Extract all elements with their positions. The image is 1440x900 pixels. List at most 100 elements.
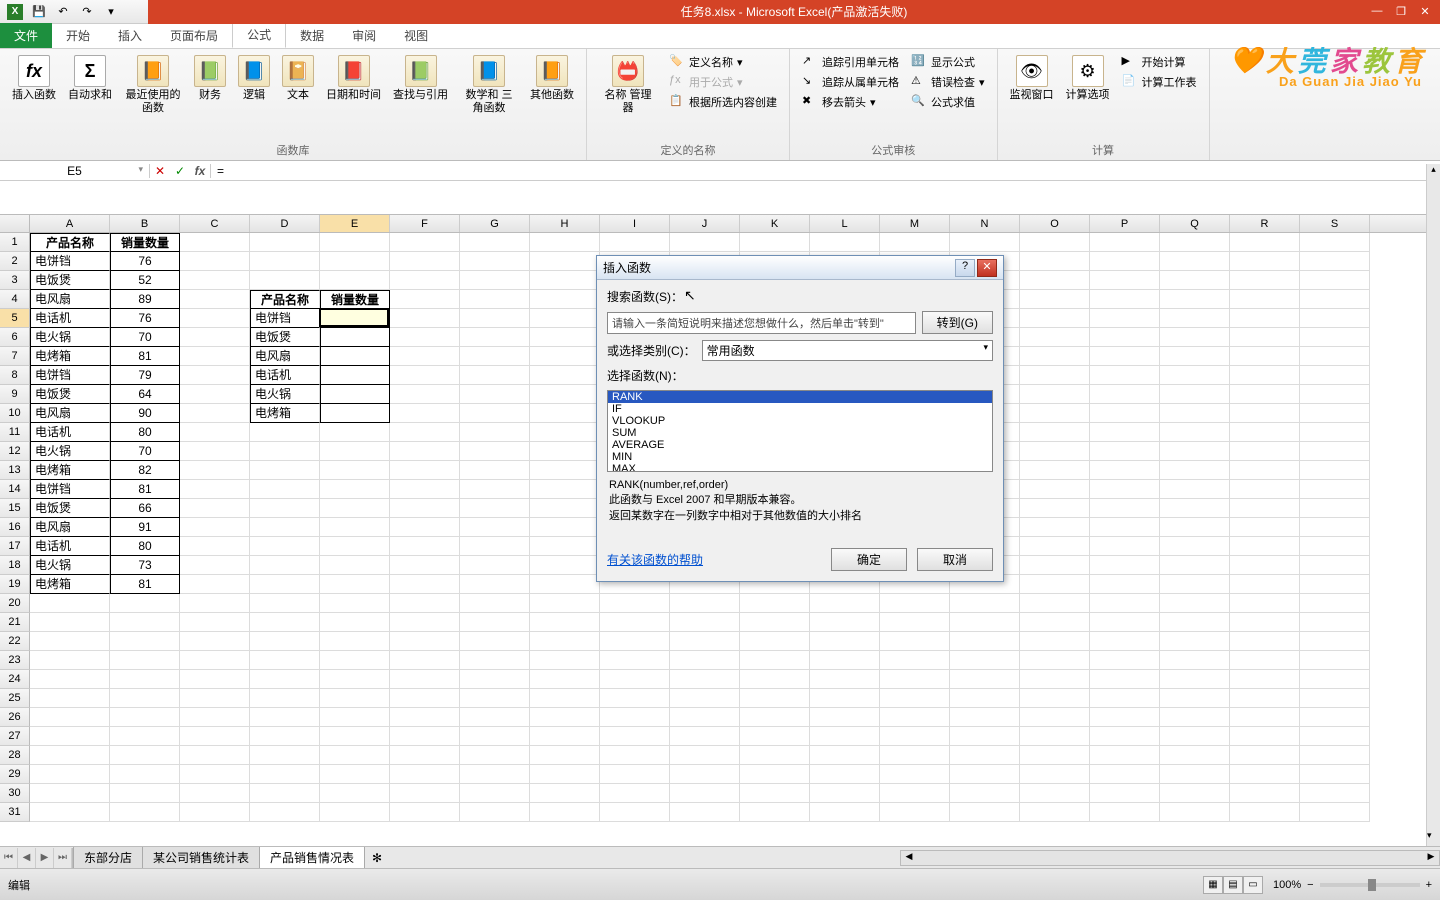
function-list-item[interactable]: VLOOKUP	[608, 415, 992, 427]
cell[interactable]	[530, 385, 600, 404]
cell[interactable]	[1300, 803, 1370, 822]
cell[interactable]	[880, 613, 950, 632]
cell[interactable]	[460, 556, 530, 575]
cell[interactable]	[880, 233, 950, 252]
col-header-S[interactable]: S	[1300, 215, 1370, 232]
cell[interactable]: 70	[110, 328, 180, 347]
cell[interactable]	[1160, 480, 1230, 499]
cell[interactable]	[390, 613, 460, 632]
cell[interactable]	[670, 784, 740, 803]
cell[interactable]	[1300, 537, 1370, 556]
cell[interactable]	[1230, 499, 1300, 518]
cell[interactable]	[110, 803, 180, 822]
cell[interactable]	[30, 594, 110, 613]
restore-button[interactable]: ❐	[1392, 3, 1410, 19]
cell[interactable]: 电饭煲	[30, 385, 110, 404]
cell[interactable]: 电饭煲	[30, 271, 110, 290]
cell[interactable]	[1230, 727, 1300, 746]
cell[interactable]	[180, 480, 250, 499]
cell[interactable]	[810, 689, 880, 708]
more-functions-button[interactable]: 📙其他函数	[526, 53, 578, 117]
text-button[interactable]: 📔文本	[278, 53, 318, 117]
cell[interactable]	[390, 442, 460, 461]
cell[interactable]	[670, 746, 740, 765]
cell[interactable]	[880, 689, 950, 708]
lookup-button[interactable]: 📗查找与引用	[389, 53, 452, 117]
tab-insert[interactable]: 插入	[104, 23, 156, 48]
cell[interactable]	[460, 347, 530, 366]
cell[interactable]	[1160, 233, 1230, 252]
cell[interactable]: 电话机	[30, 309, 110, 328]
function-list-item[interactable]: SUM	[608, 427, 992, 439]
cell[interactable]: 电烤箱	[250, 404, 320, 423]
cell[interactable]	[1090, 366, 1160, 385]
cell[interactable]	[1090, 404, 1160, 423]
row-header[interactable]: 28	[0, 746, 30, 765]
cell[interactable]	[1160, 290, 1230, 309]
cell[interactable]	[390, 575, 460, 594]
cell[interactable]	[1090, 708, 1160, 727]
cell[interactable]	[1230, 708, 1300, 727]
row-header[interactable]: 16	[0, 518, 30, 537]
cell[interactable]	[1230, 651, 1300, 670]
cell[interactable]	[530, 328, 600, 347]
cell[interactable]	[950, 670, 1020, 689]
cell[interactable]	[880, 784, 950, 803]
category-select[interactable]: 常用函数	[702, 340, 993, 361]
cell[interactable]	[1160, 347, 1230, 366]
cell[interactable]	[530, 252, 600, 271]
cell[interactable]	[1160, 461, 1230, 480]
cell[interactable]	[600, 594, 670, 613]
calc-options-button[interactable]: ⚙计算选项	[1062, 53, 1114, 104]
cell[interactable]	[320, 575, 390, 594]
cell[interactable]	[390, 784, 460, 803]
cell[interactable]: 52	[110, 271, 180, 290]
cell[interactable]	[1090, 518, 1160, 537]
cell[interactable]	[1090, 537, 1160, 556]
sheet-nav-first[interactable]: ⏮	[0, 848, 18, 868]
sheet-nav-last[interactable]: ⏭	[54, 848, 72, 868]
calculate-sheet-button[interactable]: 📄计算工作表	[1118, 73, 1201, 91]
cell[interactable]	[1090, 689, 1160, 708]
cell[interactable]	[1090, 651, 1160, 670]
col-header-J[interactable]: J	[670, 215, 740, 232]
cell[interactable]	[180, 575, 250, 594]
cell[interactable]	[460, 651, 530, 670]
cell[interactable]	[530, 518, 600, 537]
accept-formula-icon[interactable]: ✓	[170, 164, 190, 178]
cell[interactable]	[1160, 328, 1230, 347]
cell[interactable]	[810, 594, 880, 613]
cell[interactable]	[1230, 803, 1300, 822]
cell[interactable]	[950, 233, 1020, 252]
sheet-nav-prev[interactable]: ◀	[18, 848, 36, 868]
cell[interactable]	[1020, 309, 1090, 328]
row-header[interactable]: 7	[0, 347, 30, 366]
cell[interactable]	[320, 518, 390, 537]
cell[interactable]	[810, 613, 880, 632]
cell[interactable]	[180, 499, 250, 518]
cell[interactable]	[30, 670, 110, 689]
page-break-view-icon[interactable]: ▭	[1243, 876, 1263, 894]
cell[interactable]	[1020, 480, 1090, 499]
cell[interactable]	[1160, 385, 1230, 404]
cell[interactable]	[180, 404, 250, 423]
cell[interactable]	[1230, 632, 1300, 651]
cell[interactable]	[180, 727, 250, 746]
cell[interactable]	[530, 651, 600, 670]
dialog-help-button[interactable]: ?	[955, 259, 975, 277]
cell[interactable]	[1160, 575, 1230, 594]
cell[interactable]	[460, 461, 530, 480]
cell[interactable]	[30, 784, 110, 803]
cell[interactable]	[1090, 632, 1160, 651]
cell[interactable]	[1230, 347, 1300, 366]
cell[interactable]	[390, 651, 460, 670]
cell[interactable]	[1020, 518, 1090, 537]
cell[interactable]	[460, 252, 530, 271]
row-header[interactable]: 11	[0, 423, 30, 442]
cell[interactable]	[810, 746, 880, 765]
cell[interactable]	[250, 708, 320, 727]
cell[interactable]	[1230, 670, 1300, 689]
cell[interactable]: 电饼铛	[250, 309, 320, 328]
cell[interactable]	[320, 803, 390, 822]
cell[interactable]	[950, 765, 1020, 784]
